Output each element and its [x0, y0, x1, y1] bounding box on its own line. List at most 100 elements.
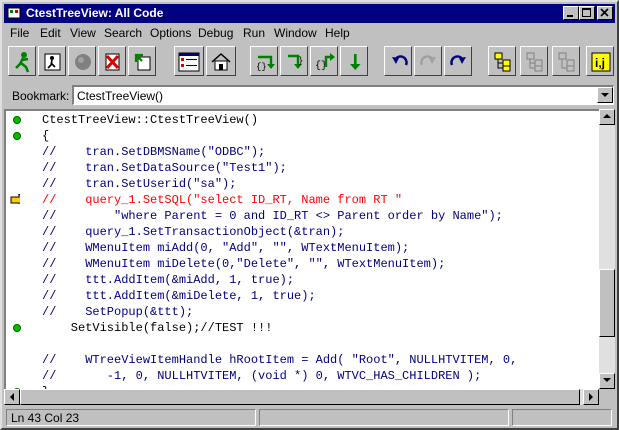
redo-alt-icon [450, 55, 466, 66]
scroll-up-button[interactable] [599, 109, 615, 125]
horizontal-scrollbar[interactable] [4, 389, 599, 405]
menu-window[interactable]: Window [274, 26, 317, 40]
stop-button[interactable] [98, 46, 126, 76]
status-position: Ln 43 Col 23 [11, 411, 80, 425]
bookmark-combo[interactable]: CtestTreeView() [72, 85, 614, 105]
menu-search[interactable]: Search [104, 26, 142, 40]
code-line-text: // SetPopup(&ttt); [42, 305, 194, 319]
step-into-icon: {} [256, 55, 275, 72]
menu-debug[interactable]: Debug [198, 26, 233, 40]
close-button[interactable] [597, 6, 613, 20]
toolbar: {} } {} i,j [4, 44, 615, 80]
breakpoint-dot-icon[interactable] [12, 115, 22, 125]
run-to-cursor-button[interactable] [340, 46, 368, 76]
menu-edit[interactable]: Edit [40, 26, 61, 40]
exit-button[interactable] [128, 46, 156, 76]
code-line-text: // ttt.AddItem(&miAdd, 1, true); [42, 273, 295, 287]
home-icon [211, 52, 231, 71]
undo-button[interactable] [384, 46, 412, 76]
status-panel-2 [259, 409, 509, 426]
tree-view-icon [494, 52, 511, 72]
bookmark-dropdown-button[interactable] [597, 87, 613, 103]
code-line[interactable]: { [6, 128, 599, 144]
code-line-text: // tran.SetDBMSName("ODBC"); [42, 145, 266, 159]
code-line-text: // tran.SetUserid("sa"); [42, 177, 237, 191]
tree-view-button[interactable] [488, 46, 516, 76]
code-editor[interactable]: CtestTreeView::CtestTreeView(){// tran.S… [4, 109, 599, 389]
code-line[interactable]: // ttt.AddItem(&miAdd, 1, true); [6, 272, 599, 288]
app-icon [7, 7, 21, 19]
code-line[interactable]: // query_1.SetSQL("select ID_RT, Name fr… [6, 192, 599, 208]
step-out-icon: {} [315, 53, 335, 72]
maximize-button[interactable] [579, 6, 595, 20]
exit-icon [134, 53, 151, 71]
arrow-left-icon [10, 393, 14, 401]
code-line[interactable]: // tran.SetDBMSName("ODBC"); [6, 144, 599, 160]
tree-collapse-button[interactable] [520, 46, 548, 76]
code-line-text: SetVisible(false);//TEST !!! [42, 321, 273, 335]
minimize-button[interactable] [563, 6, 579, 20]
run-icon [15, 52, 30, 73]
menu-options[interactable]: Options [150, 26, 191, 40]
code-line[interactable]: // SetPopup(&ttt); [6, 304, 599, 320]
title-bar[interactable]: CtestTreeView: All Code [4, 4, 615, 23]
redo-alt-button[interactable] [444, 46, 472, 76]
redo-icon [420, 55, 436, 66]
breakpoint-dot-icon[interactable] [12, 131, 22, 141]
code-line[interactable]: // WMenuItem miDelete(0,"Delete", "", WT… [6, 256, 599, 272]
step-out-button[interactable]: {} [310, 46, 338, 76]
scroll-left-button[interactable] [4, 389, 20, 405]
gray-circle-icon [75, 54, 91, 70]
home-button[interactable] [206, 46, 236, 76]
menu-help[interactable]: Help [325, 26, 350, 40]
step-person-button[interactable] [38, 46, 66, 76]
close-icon [600, 8, 609, 17]
svg-text:}: } [298, 56, 303, 66]
svg-text:i,j: i,j [595, 56, 605, 70]
code-line[interactable]: SetVisible(false);//TEST !!! [6, 320, 599, 336]
code-line[interactable]: // "where Parent = 0 and ID_RT <> Parent… [6, 208, 599, 224]
minimize-icon [567, 15, 573, 17]
code-line-text: // tran.SetDataSource("Test1"); [42, 161, 287, 175]
chevron-down-icon [601, 93, 609, 97]
horizontal-scroll-thumb[interactable] [20, 389, 580, 405]
undo-icon [392, 55, 408, 66]
run-button[interactable] [8, 46, 36, 76]
scroll-down-button[interactable] [599, 373, 615, 389]
svg-text:{}: {} [256, 62, 267, 72]
arrow-right-icon [589, 393, 593, 401]
code-line-text: // WMenuItem miAdd(0, "Add", "", WTextMe… [42, 241, 410, 255]
menu-file[interactable]: File [10, 26, 29, 40]
current-line-arrow-icon [10, 194, 20, 204]
redo-button[interactable] [414, 46, 442, 76]
scrollbar-corner [599, 389, 615, 405]
code-line[interactable]: // tran.SetDataSource("Test1"); [6, 160, 599, 176]
vertical-scrollbar[interactable] [599, 109, 615, 389]
code-line[interactable] [6, 336, 599, 352]
code-line[interactable]: // WMenuItem miAdd(0, "Add", "", WTextMe… [6, 240, 599, 256]
step-into-button[interactable]: {} [250, 46, 278, 76]
code-line[interactable]: CtestTreeView::CtestTreeView() [6, 112, 599, 128]
scroll-right-button[interactable] [583, 389, 599, 405]
bookmark-value: CtestTreeView() [77, 89, 164, 103]
code-line[interactable]: // tran.SetUserid("sa"); [6, 176, 599, 192]
tree-expand-icon [558, 52, 575, 72]
code-line[interactable]: // query_1.SetTransactionObject(&tran); [6, 224, 599, 240]
step-over-button[interactable]: } [280, 46, 308, 76]
menu-bar: File Edit View Search Options Debug Run … [4, 24, 615, 43]
status-position-panel: Ln 43 Col 23 [6, 409, 256, 426]
breakpoint-dot-icon[interactable] [12, 323, 22, 333]
stop-icon [105, 53, 120, 71]
code-line-text: CtestTreeView::CtestTreeView() [42, 113, 259, 127]
menu-run[interactable]: Run [243, 26, 265, 40]
breakpoint-list-button[interactable] [174, 46, 204, 76]
code-line[interactable]: // -1, 0, NULLHTVITEM, (void *) 0, WTVC_… [6, 368, 599, 384]
ij-button[interactable]: i,j [586, 46, 614, 76]
menu-view[interactable]: View [70, 26, 96, 40]
code-line[interactable]: // WTreeViewItemHandle hRootItem = Add( … [6, 352, 599, 368]
code-line[interactable]: // ttt.AddItem(&miDelete, 1, true); [6, 288, 599, 304]
gray-circle-button[interactable] [68, 46, 96, 76]
vertical-scroll-thumb[interactable] [599, 269, 615, 337]
tree-expand-button[interactable] [552, 46, 580, 76]
main-window: CtestTreeView: All Code File Edit View S… [0, 0, 619, 430]
